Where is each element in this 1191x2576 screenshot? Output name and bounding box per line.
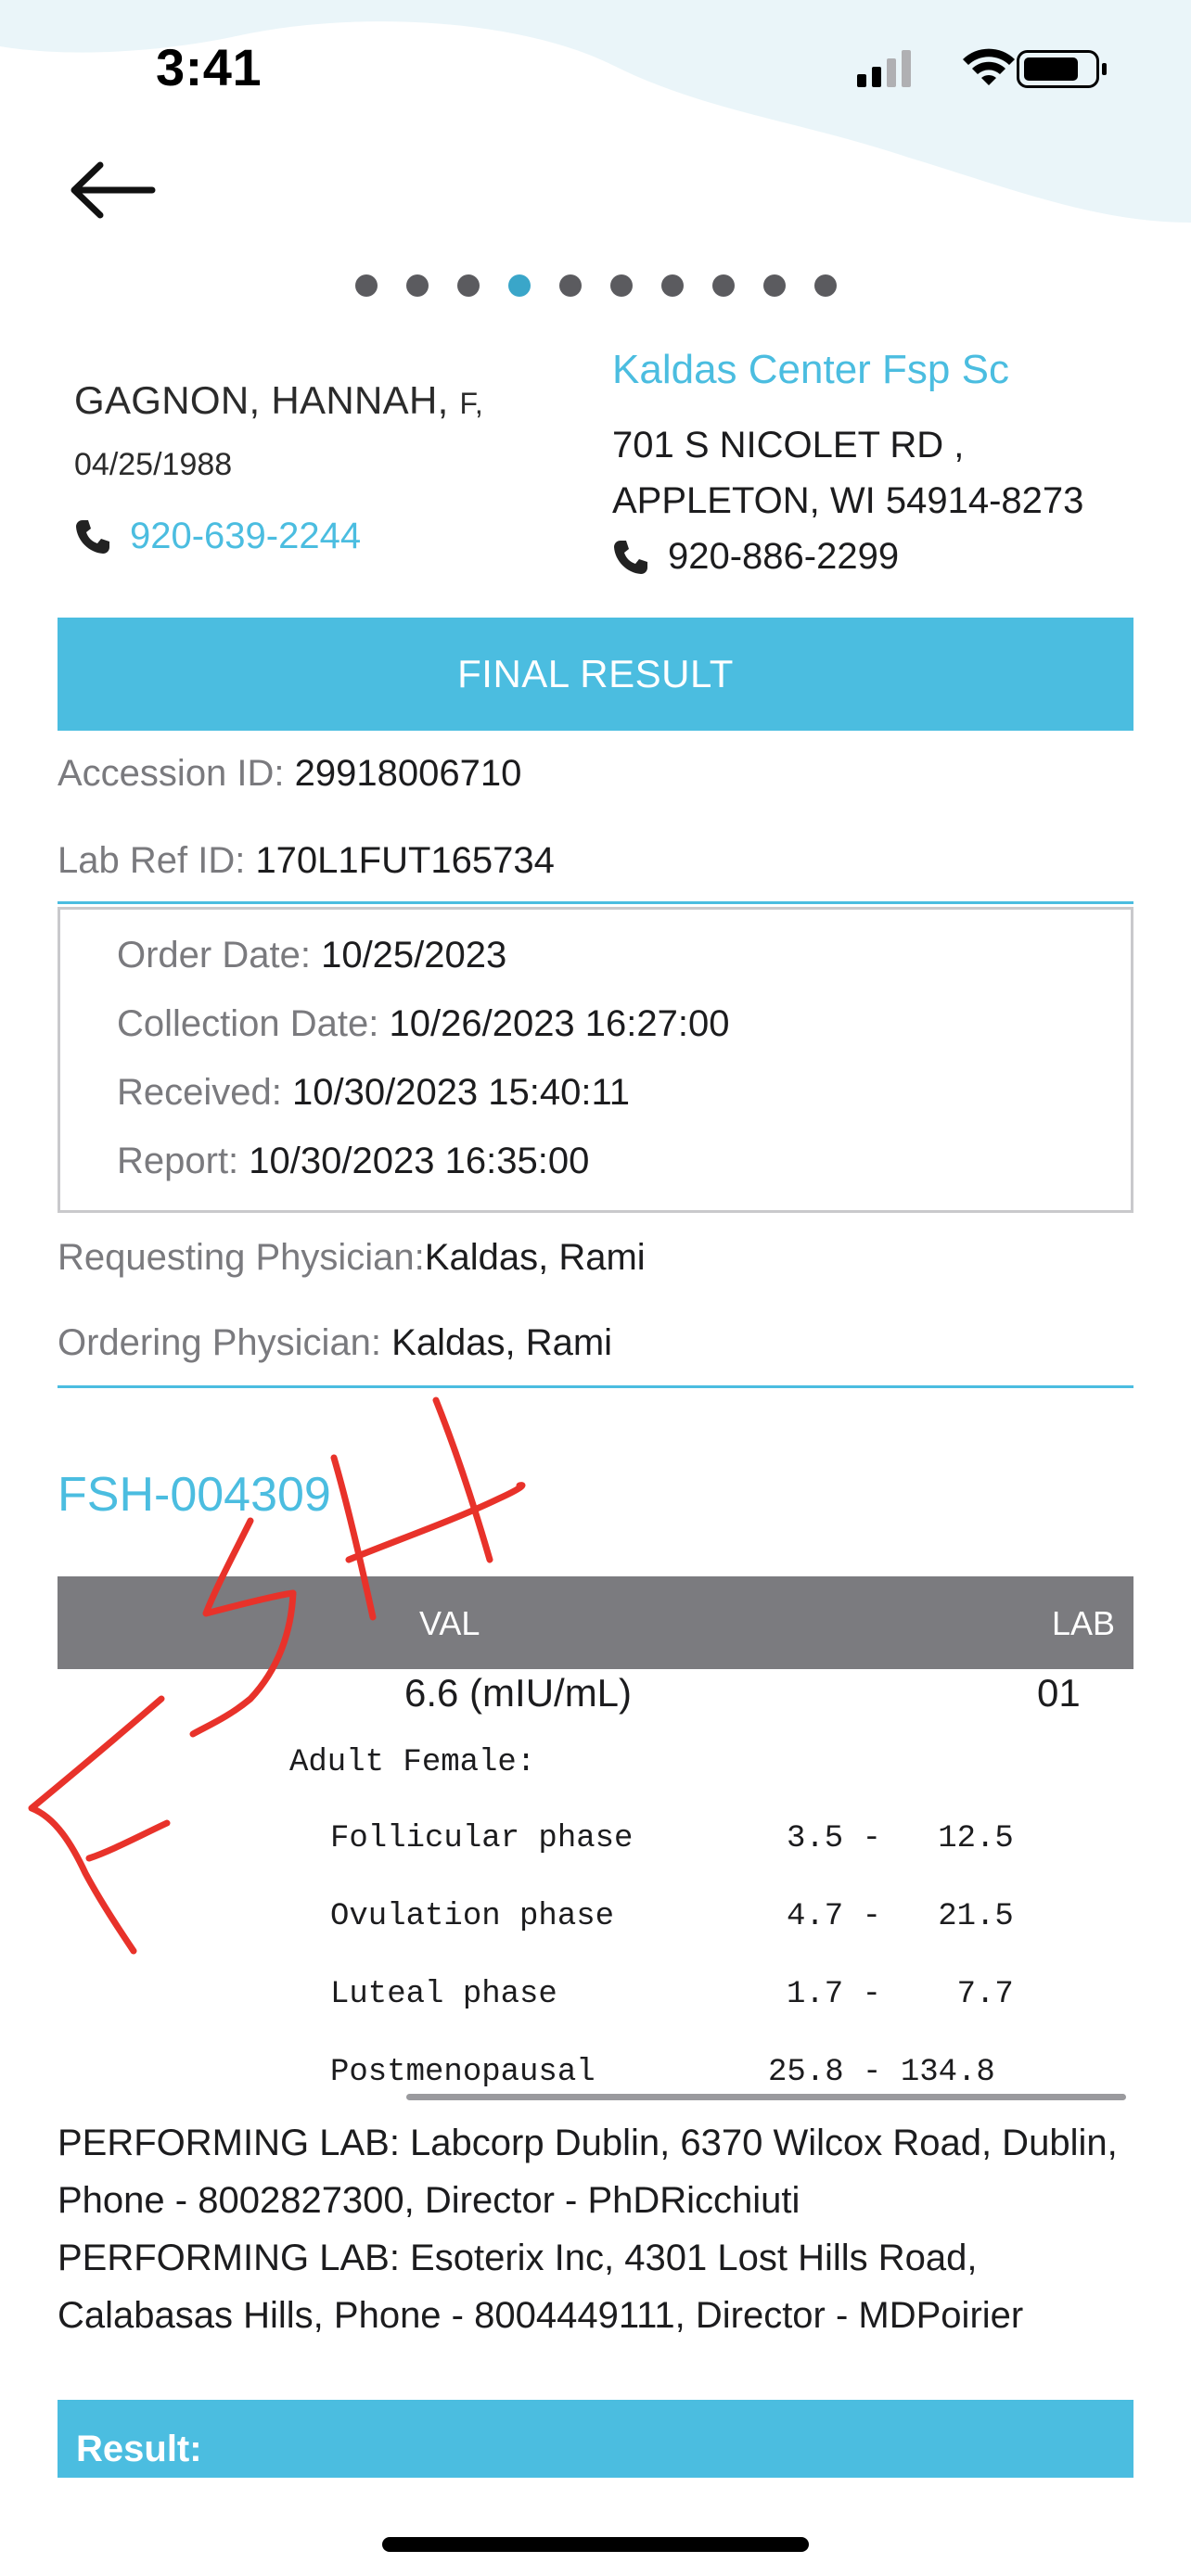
reference-range: 1.7 - 7.7 — [787, 1977, 1014, 2012]
report-date-label: Report: — [117, 1141, 250, 1181]
horizontal-scrollbar[interactable] — [406, 2094, 1126, 2100]
page-indicator[interactable] — [0, 274, 1191, 302]
page-dot[interactable] — [660, 274, 684, 297]
received-date-row: Received: 10/30/2023 15:40:11 — [117, 1072, 630, 1114]
collection-date-value: 10/26/2023 16:27:00 — [389, 1003, 730, 1044]
page-dot[interactable] — [609, 274, 633, 297]
collection-date-row: Collection Date: 10/26/2023 16:27:00 — [117, 1003, 730, 1045]
facility-phone-link[interactable]: 920-886-2299 — [612, 536, 899, 578]
lab-ref-label: Lab Ref ID: — [58, 840, 256, 881]
divider — [58, 1385, 1133, 1388]
page-dot[interactable] — [762, 274, 786, 297]
status-time: 3:41 — [156, 38, 263, 96]
back-button[interactable] — [67, 158, 160, 223]
facility-phone[interactable]: 920-886-2299 — [668, 536, 899, 578]
facility-name[interactable]: Kaldas Center Fsp Sc — [612, 347, 1009, 393]
order-date-label: Order Date: — [117, 935, 322, 976]
page-dot[interactable] — [354, 274, 378, 297]
test-code-title: FSH-004309 — [58, 1468, 331, 1522]
phone-icon — [614, 540, 647, 574]
patient-phone-link[interactable]: 920-639-2244 — [74, 516, 361, 557]
reference-phase: Follicular phase — [330, 1821, 634, 1856]
page-dot[interactable] — [405, 274, 429, 297]
patient-dob: 04/25/1988 — [74, 447, 233, 482]
patient-phone[interactable]: 920-639-2244 — [130, 516, 361, 557]
patient-name: GAGNON, HANNAH, — [74, 378, 449, 422]
result-value: 6.6 (mIU/mL) — [404, 1671, 633, 1715]
page-dots[interactable] — [354, 274, 837, 302]
page-dot[interactable] — [507, 274, 531, 297]
facility-address-line2: APPLETON, WI 54914-8273 — [612, 480, 1084, 521]
requesting-physician-row: Requesting Physician:Kaldas, Rami — [58, 1237, 646, 1279]
result-lab: 01 — [1037, 1671, 1081, 1715]
result-section-label: Result: — [76, 2429, 202, 2469]
requesting-physician-label: Requesting Physician: — [58, 1237, 425, 1278]
header-wave-decoration — [0, 0, 1191, 223]
received-date-value: 10/30/2023 15:40:11 — [291, 1072, 631, 1113]
collection-date-label: Collection Date: — [117, 1003, 390, 1044]
column-header-val: VAL — [419, 1604, 480, 1642]
divider — [58, 901, 1133, 904]
signal-icon — [857, 50, 911, 87]
home-indicator[interactable] — [382, 2537, 809, 2552]
performing-lab-text: PERFORMING LAB: Labcorp Dublin, 6370 Wil… — [58, 2123, 1118, 2221]
page-dot[interactable] — [558, 274, 582, 297]
reference-phase: Luteal phase — [330, 1977, 557, 2012]
phone-icon — [76, 519, 109, 554]
result-table-header: VAL LAB — [58, 1576, 1133, 1669]
reference-range: 3.5 - 12.5 — [787, 1821, 1014, 1856]
accession-label: Accession ID: — [58, 753, 295, 794]
reference-header: Adult Female: — [289, 1745, 536, 1780]
patient-sex: F, — [459, 387, 484, 420]
accession-value: 29918006710 — [294, 753, 522, 794]
wifi-icon — [963, 48, 1015, 85]
report-date-row: Report: 10/30/2023 16:35:00 — [117, 1141, 589, 1182]
patient-name-line: GAGNON, HANNAH, F, — [74, 378, 483, 423]
lab-ref-row: Lab Ref ID: 170L1FUT165734 — [58, 840, 555, 882]
status-icons — [853, 46, 1113, 93]
report-date-value: 10/30/2023 16:35:00 — [249, 1141, 590, 1181]
page-dot[interactable] — [813, 274, 837, 297]
received-date-label: Received: — [117, 1072, 292, 1113]
ordering-physician-label: Ordering Physician: — [58, 1322, 392, 1363]
page-dot[interactable] — [711, 274, 735, 297]
ordering-physician-row: Ordering Physician: Kaldas, Rami — [58, 1322, 612, 1364]
order-date-value: 10/25/2023 — [321, 935, 507, 976]
battery-icon — [1017, 50, 1107, 88]
facility-address-line1: 701 S NICOLET RD , — [612, 425, 965, 465]
reference-range: 25.8 - 134.8 — [768, 2055, 995, 2090]
result-section-header: Result: — [58, 2400, 1133, 2478]
accession-row: Accession ID: 29918006710 — [58, 753, 521, 795]
lab-ref-value: 170L1FUT165734 — [255, 840, 555, 881]
reference-range: 4.7 - 21.5 — [787, 1899, 1014, 1934]
reference-phase: Ovulation phase — [330, 1899, 615, 1934]
final-result-banner: FINAL RESULT — [58, 618, 1133, 731]
column-header-lab: LAB — [1051, 1604, 1115, 1642]
performing-lab-text: PERFORMING LAB: Esoterix Inc, 4301 Lost … — [58, 2238, 1024, 2336]
reference-phase: Postmenopausal — [330, 2055, 596, 2090]
ordering-physician-value: Kaldas, Rami — [391, 1322, 613, 1363]
order-date-row: Order Date: 10/25/2023 — [117, 935, 506, 976]
page-dot[interactable] — [456, 274, 480, 297]
requesting-physician-value: Kaldas, Rami — [424, 1237, 646, 1278]
back-arrow-icon — [70, 161, 156, 219]
